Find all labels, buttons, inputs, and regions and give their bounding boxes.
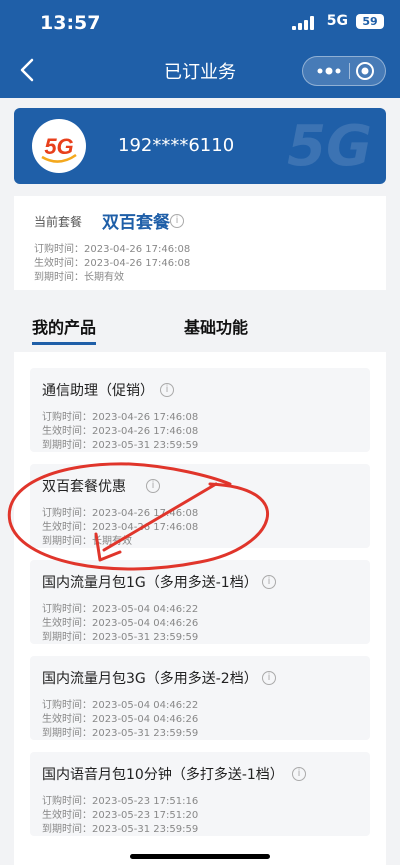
product-item[interactable]: 通信助理（促销） i 订购时间：2023-04-26 17:46:08 生效时间… (30, 368, 370, 452)
5g-logo-graphic: 5G (41, 134, 77, 163)
info-icon[interactable]: i (262, 575, 276, 589)
product-expiry-time: 到期时间：长期有效 (42, 536, 132, 547)
tab-basic-functions[interactable]: 基础功能 (184, 314, 248, 338)
capsule-divider (349, 63, 350, 79)
product-expiry-time: 到期时间：2023-05-31 23:59:59 (42, 728, 199, 739)
product-effective-time: 生效时间：2023-04-26 17:46:08 (42, 522, 199, 533)
close-miniprogram-icon[interactable] (355, 61, 375, 81)
package-expiry-time: 到期时间：长期有效 (34, 272, 124, 283)
product-name: 国内流量月包3G（多用多送-2档） (42, 671, 258, 687)
product-effective-time: 生效时间：2023-05-04 04:46:26 (42, 618, 199, 629)
5g-watermark: 5G (287, 114, 372, 179)
current-package-card: 当前套餐 双百套餐 i 订购时间：2023-04-26 17:46:08 生效时… (14, 196, 386, 290)
battery-icon: 59 (356, 14, 384, 29)
account-card: 5G 192****6110 5G (14, 108, 386, 184)
product-order-time: 订购时间：2023-05-04 04:46:22 (42, 604, 199, 615)
home-indicator[interactable] (130, 854, 270, 859)
product-effective-time: 生效时间：2023-05-23 17:51:20 (42, 810, 199, 821)
product-effective-time: 生效时间：2023-05-04 04:46:26 (42, 714, 199, 725)
current-package-label: 当前套餐 (34, 215, 83, 229)
info-icon[interactable]: i (160, 383, 174, 397)
miniprogram-capsule (302, 56, 386, 86)
status-bar: 13:57 5G 59 (0, 0, 400, 44)
product-order-time: 订购时间：2023-05-04 04:46:22 (42, 700, 199, 711)
more-options-icon[interactable] (315, 62, 343, 80)
product-item[interactable]: 国内语音月包10分钟（多打多送-1档） i 订购时间：2023-05-23 17… (30, 752, 370, 836)
product-order-time: 订购时间：2023-04-26 17:46:08 (42, 412, 199, 423)
nav-bar: 已订业务 (0, 48, 400, 94)
product-item[interactable]: 国内流量月包3G（多用多送-2档） i 订购时间：2023-05-04 04:4… (30, 656, 370, 740)
product-name: 双百套餐优惠 (42, 479, 126, 495)
tab-my-products[interactable]: 我的产品 (32, 314, 96, 338)
signal-icon (292, 16, 314, 30)
network-type: 5G (326, 13, 348, 29)
info-icon[interactable]: i (146, 479, 160, 493)
5g-logo-icon: 5G (32, 119, 86, 173)
product-expiry-time: 到期时间：2023-05-31 23:59:59 (42, 440, 199, 451)
product-order-time: 订购时间：2023-04-26 17:46:08 (42, 508, 199, 519)
status-time: 13:57 (40, 12, 101, 34)
product-item[interactable]: 双百套餐优惠 i 订购时间：2023-04-26 17:46:08 生效时间：2… (30, 464, 370, 548)
tab-bar: 我的产品 基础功能 (0, 300, 400, 348)
phone-number: 192****6110 (118, 135, 235, 156)
product-list: 通信助理（促销） i 订购时间：2023-04-26 17:46:08 生效时间… (14, 352, 386, 865)
package-effective-time: 生效时间：2023-04-26 17:46:08 (34, 258, 191, 269)
product-effective-time: 生效时间：2023-04-26 17:46:08 (42, 426, 199, 437)
info-icon[interactable]: i (170, 214, 184, 228)
product-name: 通信助理（促销） (42, 383, 154, 399)
product-name: 国内语音月包10分钟（多打多送-1档） (42, 767, 284, 783)
product-item[interactable]: 国内流量月包1G（多用多送-1档） i 订购时间：2023-05-04 04:4… (30, 560, 370, 644)
header-bar: 13:57 5G 59 已订业务 (0, 0, 400, 98)
current-package-name: 双百套餐 (102, 213, 170, 233)
product-order-time: 订购时间：2023-05-23 17:51:16 (42, 796, 199, 807)
product-expiry-time: 到期时间：2023-05-31 23:59:59 (42, 632, 199, 643)
product-expiry-time: 到期时间：2023-05-31 23:59:59 (42, 824, 199, 835)
product-name: 国内流量月包1G（多用多送-1档） (42, 575, 258, 591)
active-tab-indicator (32, 342, 96, 345)
package-order-time: 订购时间：2023-04-26 17:46:08 (34, 244, 191, 255)
info-icon[interactable]: i (262, 671, 276, 685)
info-icon[interactable]: i (292, 767, 306, 781)
logo-text: 5G (44, 134, 73, 159)
